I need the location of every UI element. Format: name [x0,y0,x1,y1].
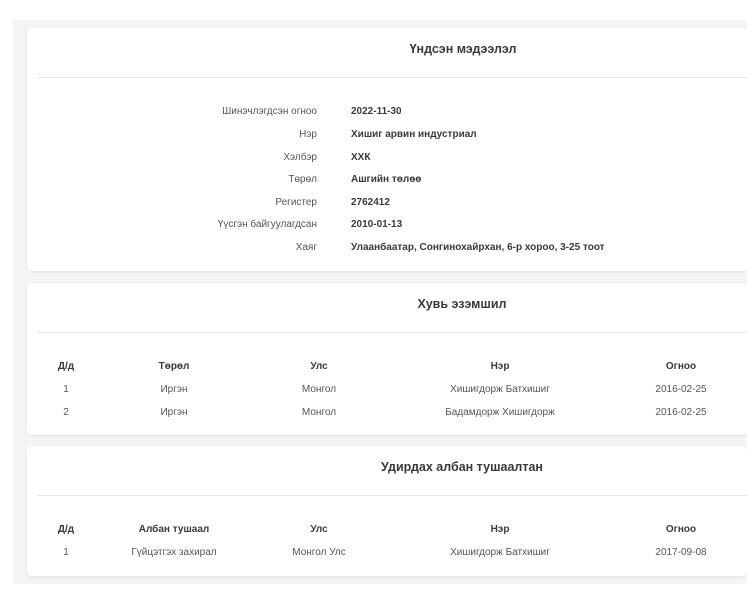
table-cell: 2017-09-08 [655,547,707,558]
divider [37,77,747,78]
info-row-register: Регистер 2762412 [27,197,747,213]
column-header-type: Төрөл [158,361,190,372]
ownership-title: Хувь эзэмшил [417,297,507,311]
table-cell: 1 [63,547,69,558]
table-cell: Монгол [301,384,337,395]
info-value: Ашгийн төлөө [351,174,422,185]
info-value: Улаанбаатар, Сонгинохайрхан, 6-р хороо, … [351,242,605,253]
column-header-number: Д/д [57,361,75,372]
column-header-name: Нэр [490,524,510,535]
info-row-type: Төрөл Ашгийн төлөө [27,174,747,190]
table-cell: 2016-02-25 [655,407,707,418]
info-value: 2010-01-13 [351,219,403,230]
table-cell: 2 [63,407,69,418]
table-cell: Гүйцэтгэх захирал [131,547,217,558]
divider [37,332,747,333]
info-value: Хишиг арвин индустриал [351,129,477,140]
table-cell: 1 [63,384,69,395]
table-cell: Монгол [301,407,337,418]
info-value: 2762412 [351,197,390,208]
divider [37,495,747,496]
info-label: Төрөл [288,174,317,185]
column-header-name: Нэр [490,361,510,372]
info-label: Хэлбэр [283,152,317,163]
column-header-country: Улс [310,524,328,535]
table-cell: Иргэн [160,384,188,395]
table-cell: 2016-02-25 [655,384,707,395]
management-card: Удирдах албан тушаалтан Д/д Албан тушаал… [27,446,747,576]
ownership-card: Хувь эзэмшил Д/д Төрөл Улс Нэр Огноо 1 И… [27,283,747,435]
info-label: Үүсгэн байгуулагдсан [217,219,317,230]
info-label: Шинэчлэгдсэн огноо [222,106,317,117]
info-label: Нэр [299,129,317,140]
table-cell: Хишигдорж Батхишиг [450,547,550,558]
table-cell: Иргэн [160,407,188,418]
column-header-number: Д/д [57,524,75,535]
info-label: Хаяг [295,242,317,253]
info-row-form: Хэлбэр ХХК [27,152,747,168]
column-header-date: Огноо [665,361,697,372]
basic-info-card: Үндсэн мэдээлэл Шинэчлэгдсэн огноо 2022-… [27,28,747,271]
management-title: Удирдах албан тушаалтан [381,460,543,474]
table-cell: Монгол Улс [292,547,346,558]
basic-info-title: Үндсэн мэдээлэл [409,42,517,56]
column-header-country: Улс [310,361,328,372]
info-row-updated: Шинэчлэгдсэн огноо 2022-11-30 [27,106,747,122]
column-header-date: Огноо [665,524,697,535]
info-value: ХХК [351,152,371,163]
info-value: 2022-11-30 [351,106,402,117]
table-cell: Хишигдорж Батхишиг [450,384,550,395]
info-row-founded: Үүсгэн байгуулагдсан 2010-01-13 [27,219,747,235]
info-row-name: Нэр Хишиг арвин индустриал [27,129,747,145]
table-cell: Бадамдорж Хишигдорж [445,407,555,418]
info-row-address: Хаяг Улаанбаатар, Сонгинохайрхан, 6-р хо… [27,242,747,258]
info-label: Регистер [275,197,317,208]
column-header-position: Албан тушаал [138,524,210,535]
